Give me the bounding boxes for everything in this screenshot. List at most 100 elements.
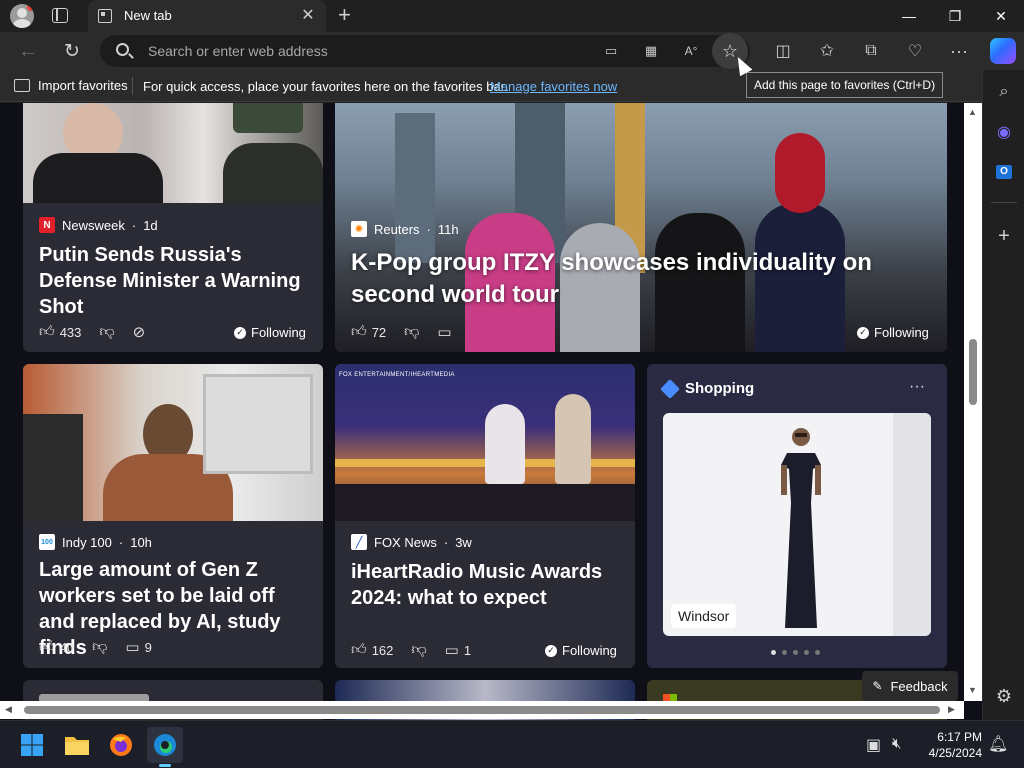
like-button[interactable]: 👍︎ 162 bbox=[351, 641, 393, 659]
comment-button[interactable]: ▭ bbox=[437, 323, 451, 341]
photo-backdrop-shape bbox=[893, 413, 931, 636]
read-aloud-icon[interactable]: A° bbox=[680, 40, 702, 62]
vertical-scrollbar[interactable]: ▲ ▼ bbox=[964, 103, 982, 701]
news-card[interactable]: N Newsweek · 1d Putin Sends Russia's Def… bbox=[23, 103, 323, 352]
address-input[interactable] bbox=[148, 35, 588, 67]
collections-icon[interactable]: ⧉ bbox=[856, 36, 886, 66]
horizontal-scroll-thumb[interactable] bbox=[24, 706, 940, 714]
news-feed: N Newsweek · 1d Putin Sends Russia's Def… bbox=[0, 103, 982, 720]
volume-muted-icon[interactable]: 🔇︎ bbox=[892, 735, 901, 752]
thumbs-down-icon: 👎︎ bbox=[92, 638, 108, 655]
card-headline[interactable]: Putin Sends Russia's Defense Minister a … bbox=[39, 242, 314, 320]
network-icon[interactable]: ▣ bbox=[866, 735, 881, 755]
photo-hat-shape bbox=[233, 103, 303, 133]
source-row: N Newsweek · 1d bbox=[39, 217, 158, 233]
source-row: 100 Indy 100 · 10h bbox=[39, 534, 152, 550]
tab-actions-icon[interactable] bbox=[52, 8, 68, 23]
apps-icon[interactable]: ▦ bbox=[640, 40, 662, 62]
horizontal-scrollbar[interactable]: ◀ ▶ bbox=[0, 701, 964, 719]
check-icon: ✓ bbox=[857, 326, 869, 339]
back-button[interactable]: ← bbox=[13, 36, 43, 66]
edge-icon bbox=[154, 734, 176, 756]
notification-dot bbox=[27, 4, 34, 11]
split-screen-icon[interactable]: ◫ bbox=[768, 36, 798, 66]
address-bar[interactable]: ▭ ▦ A° bbox=[100, 35, 750, 67]
file-explorer-button[interactable] bbox=[59, 727, 95, 763]
tab-new-tab[interactable]: New tab ✕ bbox=[88, 0, 326, 32]
source-age: 11h bbox=[437, 221, 459, 237]
scroll-down-arrow[interactable]: ▼ bbox=[968, 685, 977, 695]
shopping-more-button[interactable]: ··· bbox=[909, 378, 925, 396]
outlook-icon[interactable]: O bbox=[990, 158, 1018, 186]
scroll-right-arrow[interactable]: ▶ bbox=[948, 704, 955, 715]
following-label: Following bbox=[562, 643, 617, 658]
minimize-button[interactable]: — bbox=[886, 0, 932, 32]
manage-favorites-link[interactable]: Manage favorites now bbox=[490, 79, 617, 94]
firefox-button[interactable] bbox=[103, 727, 139, 763]
navigation-toolbar: ← ↻ ▭ ▦ A° ☆ ◫ ✩ ⧉ ♡ ··· bbox=[0, 32, 1024, 70]
following-button[interactable]: ✓ Following bbox=[857, 325, 929, 340]
news-card-featured[interactable]: ✺ Reuters · 11h K-Pop group ITZY showcas… bbox=[335, 103, 947, 352]
dislike-button[interactable]: 👎︎ bbox=[411, 641, 426, 659]
news-card[interactable]: FOX ENTERTAINMENT/IHEARTMEDIA ╱ FOX News… bbox=[335, 364, 635, 668]
dislike-button[interactable]: 👎︎ bbox=[404, 323, 419, 341]
scroll-left-arrow[interactable]: ◀ bbox=[5, 704, 12, 715]
sidebar-search-icon[interactable]: ⌕ bbox=[990, 78, 1018, 106]
photo-performer-shape bbox=[485, 404, 525, 484]
carousel-dot[interactable] bbox=[815, 650, 820, 655]
new-tab-page-icon bbox=[98, 9, 112, 23]
carousel-dot[interactable] bbox=[771, 650, 776, 655]
vertical-scroll-thumb[interactable] bbox=[969, 339, 977, 405]
settings-more-icon[interactable]: ··· bbox=[944, 36, 974, 66]
shopping-card[interactable]: Shopping ··· Windsor bbox=[647, 364, 947, 668]
system-clock[interactable]: 6:17 PM 4/25/2024 bbox=[912, 729, 982, 761]
dislike-button[interactable]: 👎︎ bbox=[92, 638, 107, 656]
refresh-button[interactable]: ↻ bbox=[57, 36, 87, 66]
close-tab-icon[interactable]: ✕ bbox=[298, 5, 318, 25]
notification-bell-icon[interactable]: 🔔︎ bbox=[988, 734, 1008, 754]
source-separator: · bbox=[443, 534, 449, 550]
favorites-icon[interactable]: ✩ bbox=[812, 36, 842, 66]
product-image[interactable]: Windsor bbox=[663, 413, 931, 636]
check-icon: ✓ bbox=[545, 644, 557, 657]
like-button[interactable]: 👍︎ 40 bbox=[39, 638, 74, 656]
newsweek-logo-icon: N bbox=[39, 217, 55, 233]
add-sidebar-app-icon[interactable]: + bbox=[990, 222, 1018, 250]
comment-count: 1 bbox=[463, 642, 472, 658]
copilot-icon[interactable] bbox=[990, 38, 1016, 64]
card-headline[interactable]: iHeartRadio Music Awards 2024: what to e… bbox=[351, 559, 626, 611]
import-favorites-button[interactable]: Import favorites bbox=[14, 78, 128, 93]
news-card[interactable]: 100 Indy 100 · 10h Large amount of Gen Z… bbox=[23, 364, 323, 668]
sidebar-settings-gear-icon[interactable]: ⚙ bbox=[990, 682, 1018, 710]
scroll-up-arrow[interactable]: ▲ bbox=[968, 107, 977, 117]
like-button[interactable]: 👍︎ 72 bbox=[351, 323, 386, 341]
start-button[interactable] bbox=[14, 727, 50, 763]
profile-avatar[interactable] bbox=[10, 4, 34, 28]
dislike-button[interactable]: 👎︎ bbox=[99, 323, 114, 341]
carousel-dot[interactable] bbox=[793, 650, 798, 655]
card-headline[interactable]: K-Pop group ITZY showcases individuality… bbox=[351, 247, 941, 311]
following-button[interactable]: ✓ Following bbox=[234, 325, 306, 340]
card-actions: 👍︎ 40 👎︎ ▭ 9 bbox=[39, 638, 170, 656]
edge-button[interactable] bbox=[147, 727, 183, 767]
following-button[interactable]: ✓ Following bbox=[545, 643, 617, 658]
new-tab-button[interactable]: + bbox=[338, 2, 351, 28]
copilot-sidebar-icon[interactable]: ◉ bbox=[990, 118, 1018, 146]
carousel-dot[interactable] bbox=[782, 650, 787, 655]
close-window-button[interactable]: ✕ bbox=[978, 0, 1024, 32]
cast-device-icon[interactable]: ▭ bbox=[600, 40, 622, 62]
feedback-button[interactable]: ✎ Feedback bbox=[862, 671, 958, 701]
source-age: 3w bbox=[455, 534, 472, 550]
restore-button[interactable]: ❐ bbox=[932, 0, 978, 32]
comments-disabled-button[interactable]: ⊘ bbox=[133, 323, 146, 341]
windows-taskbar: ▣ 🔇︎ 6:17 PM 4/25/2024 🔔︎ bbox=[0, 720, 1024, 768]
photo-monitor-shape bbox=[203, 374, 313, 474]
comment-button[interactable]: ▭ 9 bbox=[125, 638, 151, 656]
comment-button[interactable]: ▭ 1 bbox=[445, 641, 471, 659]
favorites-divider bbox=[132, 77, 133, 95]
folder-icon bbox=[65, 737, 89, 755]
photo-performer-shape bbox=[555, 394, 591, 484]
like-button[interactable]: 👍︎ 433 bbox=[39, 323, 81, 341]
browser-essentials-icon[interactable]: ♡ bbox=[900, 36, 930, 66]
carousel-dot[interactable] bbox=[804, 650, 809, 655]
